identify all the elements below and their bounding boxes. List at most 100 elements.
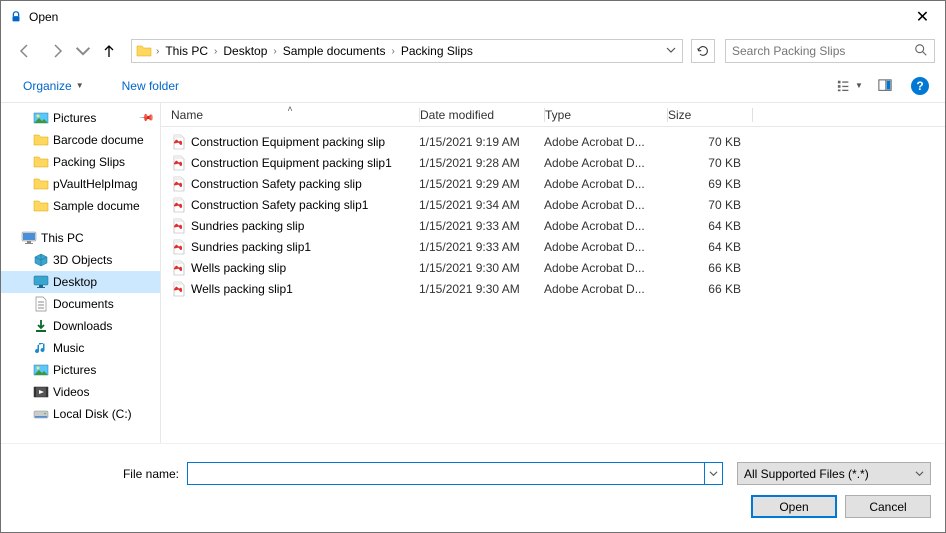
file-size: 70 KB (667, 135, 751, 149)
search-box[interactable] (725, 39, 935, 63)
file-type: Adobe Acrobat D... (544, 156, 667, 170)
file-type: Adobe Acrobat D... (544, 219, 667, 233)
file-row[interactable]: Sundries packing slip11/15/2021 9:33 AMA… (161, 236, 945, 257)
search-input[interactable] (732, 44, 914, 58)
file-date: 1/15/2021 9:28 AM (419, 156, 544, 170)
file-name: Wells packing slip1 (191, 282, 293, 296)
file-row[interactable]: Construction Safety packing slip11/15/20… (161, 194, 945, 215)
breadcrumb-item[interactable]: Desktop (219, 40, 271, 62)
up-button[interactable] (95, 37, 123, 65)
sidebar-item-label: Videos (53, 385, 89, 399)
file-size: 70 KB (667, 156, 751, 170)
file-content-area: ˄ Name Date modified Type Size Construct… (161, 103, 945, 443)
titlebar: Open ✕ (1, 1, 945, 33)
sidebar-item-label: Desktop (53, 275, 97, 289)
filename-dropdown-button[interactable] (705, 462, 723, 485)
file-date: 1/15/2021 9:19 AM (419, 135, 544, 149)
sidebar-item-label: Downloads (53, 319, 112, 333)
file-date: 1/15/2021 9:30 AM (419, 261, 544, 275)
file-date: 1/15/2021 9:29 AM (419, 177, 544, 191)
organize-button[interactable]: Organize ▼ (17, 75, 90, 97)
sidebar-item[interactable]: Downloads (1, 315, 160, 337)
column-header-type[interactable]: Type (545, 108, 667, 122)
file-type: Adobe Acrobat D... (544, 177, 667, 191)
sidebar-item[interactable]: Pictures (1, 359, 160, 381)
window-title: Open (29, 10, 900, 24)
sidebar-item[interactable]: Music (1, 337, 160, 359)
sidebar-item[interactable]: pVaultHelpImag (1, 173, 160, 195)
file-name: Wells packing slip (191, 261, 286, 275)
navbar: › This PC › Desktop › Sample documents ›… (1, 33, 945, 69)
chevron-right-icon: › (212, 46, 219, 57)
forward-button[interactable] (43, 37, 71, 65)
organize-label: Organize (23, 79, 72, 93)
pin-icon: 📌 (137, 110, 154, 127)
desktop-icon (33, 274, 49, 290)
chevron-down-icon: ▼ (855, 81, 863, 90)
folder-icon (33, 132, 49, 148)
pdf-icon (171, 155, 187, 171)
column-headers: ˄ Name Date modified Type Size (161, 103, 945, 127)
file-size: 66 KB (667, 261, 751, 275)
lock-icon (9, 10, 23, 24)
sidebar-item[interactable]: Documents (1, 293, 160, 315)
main-area: Pictures📌Barcode documePacking SlipspVau… (1, 103, 945, 443)
sidebar-item[interactable]: Packing Slips (1, 151, 160, 173)
pdf-icon (171, 218, 187, 234)
refresh-button[interactable] (691, 39, 715, 63)
breadcrumb-dropdown[interactable] (660, 44, 682, 58)
sidebar-item-label: 3D Objects (53, 253, 112, 267)
preview-pane-button[interactable] (869, 74, 901, 98)
close-button[interactable]: ✕ (900, 2, 945, 32)
open-button[interactable]: Open (751, 495, 837, 518)
sidebar-item[interactable]: Barcode docume (1, 129, 160, 151)
sidebar-item-this-pc[interactable]: This PC (1, 227, 160, 249)
file-name: Construction Equipment packing slip (191, 135, 385, 149)
pdf-icon (171, 176, 187, 192)
file-row[interactable]: Sundries packing slip 1/15/2021 9:33 AMAd… (161, 215, 945, 236)
file-date: 1/15/2021 9:33 AM (419, 219, 544, 233)
recent-locations-button[interactable] (75, 37, 91, 65)
sidebar-item[interactable]: 3D Objects (1, 249, 160, 271)
cancel-button[interactable]: Cancel (845, 495, 931, 518)
file-row[interactable]: Construction Equipment packing slip11/15… (161, 152, 945, 173)
column-header-date[interactable]: Date modified (420, 108, 544, 122)
file-list[interactable]: Construction Equipment packing slip 1/15/… (161, 127, 945, 443)
back-button[interactable] (11, 37, 39, 65)
folder-icon (134, 41, 154, 61)
sidebar-item[interactable]: Pictures📌 (1, 107, 160, 129)
filetype-select[interactable]: All Supported Files (*.*) (737, 462, 931, 485)
breadcrumb-item[interactable]: Sample documents (279, 40, 390, 62)
pdf-icon (171, 281, 187, 297)
pictures-icon (33, 362, 49, 378)
chevron-right-icon: › (154, 46, 161, 57)
file-size: 66 KB (667, 282, 751, 296)
file-row[interactable]: Wells packing slip1/15/2021 9:30 AMAdobe… (161, 257, 945, 278)
music-icon (33, 340, 49, 356)
sidebar-item[interactable]: Videos (1, 381, 160, 403)
column-header-size[interactable]: Size (668, 108, 752, 122)
filename-input[interactable] (187, 462, 705, 485)
folder-icon (33, 154, 49, 170)
file-row[interactable]: Wells packing slip11/15/2021 9:30 AMAdob… (161, 278, 945, 299)
view-options-button[interactable]: ▼ (833, 74, 865, 98)
file-name: Construction Safety packing slip1 (191, 198, 368, 212)
file-row[interactable]: Construction Equipment packing slip 1/15/… (161, 131, 945, 152)
filename-label: File name: (15, 467, 181, 481)
dialog-footer: File name: All Supported Files (*.*) Ope… (1, 443, 945, 532)
sidebar-item[interactable]: Local Disk (C:) (1, 403, 160, 425)
sidebar-item-label: This PC (41, 231, 84, 245)
breadcrumb[interactable]: › This PC › Desktop › Sample documents ›… (131, 39, 683, 63)
navigation-pane[interactable]: Pictures📌Barcode documePacking SlipspVau… (1, 103, 161, 443)
breadcrumb-item[interactable]: Packing Slips (397, 40, 477, 62)
sidebar-item[interactable]: Desktop (1, 271, 160, 293)
file-name: Sundries packing slip (191, 219, 304, 233)
file-name: Sundries packing slip1 (191, 240, 311, 254)
column-header-name[interactable]: ˄ Name (161, 108, 419, 122)
file-row[interactable]: Construction Safety packing slip1/15/202… (161, 173, 945, 194)
breadcrumb-item[interactable]: This PC (161, 40, 212, 62)
sidebar-item[interactable]: Sample docume (1, 195, 160, 217)
sidebar-item-label: Packing Slips (53, 155, 125, 169)
new-folder-button[interactable]: New folder (114, 75, 187, 97)
help-button[interactable]: ? (911, 77, 929, 95)
